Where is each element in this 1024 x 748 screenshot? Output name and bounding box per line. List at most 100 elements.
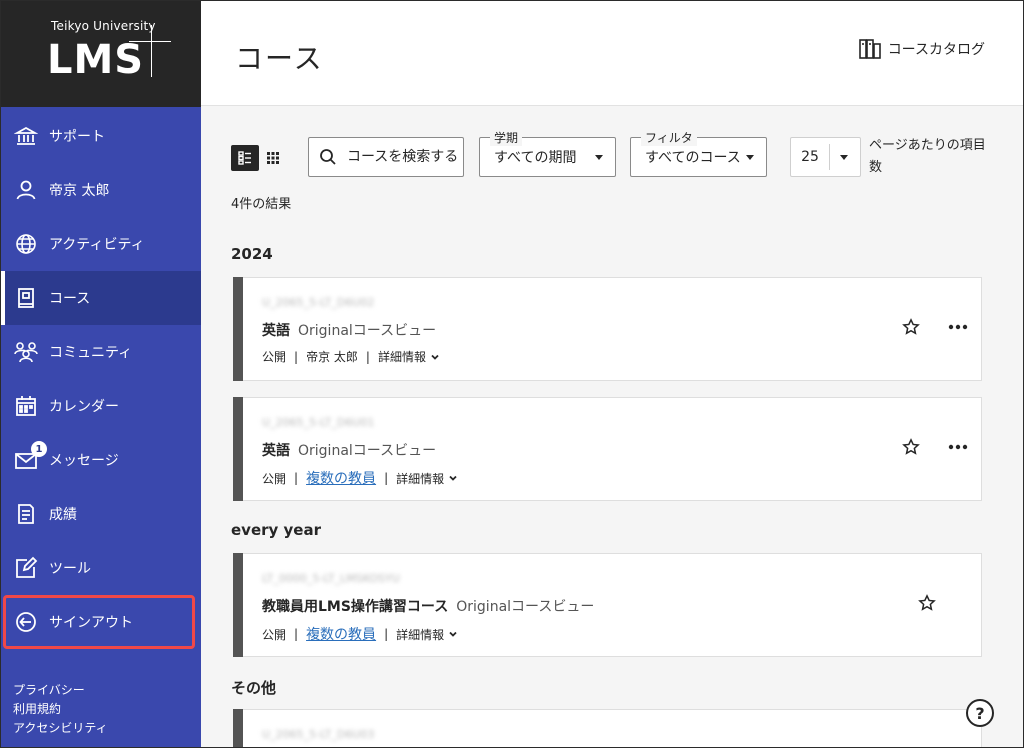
- separator: |: [365, 349, 370, 364]
- separator: |: [294, 349, 299, 364]
- sidebar-footer: プライバシー 利用規約 アクセシビリティ: [13, 681, 108, 738]
- terms-link[interactable]: 利用規約: [13, 700, 108, 719]
- envelope-icon: 1: [13, 441, 47, 473]
- sidebar: Teikyo University LMS サポート 帝京 太郎 アクティビティ…: [1, 1, 201, 747]
- course-status: 公開: [262, 627, 287, 642]
- institution-icon: [13, 123, 39, 149]
- sidebar-item-label: メッセージ: [49, 453, 119, 469]
- course-card[interactable]: U_2065_5-LT_D6U01 英語 Originalコースビュー 公開 | …: [233, 397, 982, 501]
- sidebar-item-courses[interactable]: コース: [1, 271, 201, 325]
- catalog-icon: [858, 39, 881, 59]
- course-id: U_2065_5-LT_D6U03: [262, 728, 375, 741]
- sidebar-item-support[interactable]: サポート: [1, 109, 201, 163]
- course-view-type: Originalコースビュー: [298, 443, 437, 459]
- course-toolbar: 学期 すべての期間 フィルタ すべてのコース 25 ページあたりの項目数: [231, 129, 991, 181]
- brand-logo[interactable]: Teikyo University LMS: [1, 1, 201, 107]
- sidebar-item-label: サインアウト: [49, 615, 133, 631]
- per-page-select[interactable]: 25: [790, 137, 861, 177]
- multiple-instructors-link[interactable]: 複数の教員: [306, 624, 376, 644]
- filter-select[interactable]: フィルタ すべてのコース: [630, 129, 767, 177]
- course-view-type: Originalコースビュー: [456, 599, 595, 615]
- sidebar-item-messages[interactable]: 1 メッセージ: [1, 433, 201, 487]
- course-name[interactable]: 英語: [262, 323, 290, 339]
- sidebar-item-label: カレンダー: [49, 399, 119, 415]
- more-options-icon[interactable]: [948, 324, 968, 330]
- course-name[interactable]: 教職員用LMS操作講習コース: [262, 599, 448, 615]
- course-name[interactable]: 英語: [262, 443, 290, 459]
- sidebar-item-label: コミュニティ: [49, 345, 133, 361]
- grades-icon: [13, 501, 39, 527]
- catalog-label: コースカタログ: [887, 42, 985, 58]
- separator: |: [384, 471, 389, 485]
- favorite-star-icon[interactable]: [902, 318, 920, 336]
- course-details-toggle[interactable]: 詳細情報: [396, 626, 444, 643]
- course-meta: 公開 | 複数の教員 | 詳細情報: [262, 624, 458, 644]
- course-details-toggle[interactable]: 詳細情報: [378, 348, 426, 365]
- accessibility-link[interactable]: アクセシビリティ: [13, 719, 108, 738]
- edit-icon: [13, 555, 39, 581]
- chevron-down-icon[interactable]: [448, 473, 458, 483]
- page-title: コース: [235, 42, 324, 75]
- logo-university: Teikyo University: [51, 19, 156, 33]
- search-icon: [320, 149, 336, 165]
- sidebar-item-label: サポート: [49, 129, 105, 145]
- per-page-value: 25: [791, 144, 830, 170]
- view-toggle: [231, 145, 287, 171]
- term-group-heading: 2024: [231, 245, 273, 263]
- grid-view-button[interactable]: [259, 145, 287, 171]
- sidebar-item-calendar[interactable]: カレンダー: [1, 379, 201, 433]
- book-icon: [13, 285, 39, 311]
- list-view-button[interactable]: [231, 145, 259, 171]
- course-search[interactable]: [308, 137, 464, 177]
- favorite-star-icon[interactable]: [902, 438, 920, 456]
- filter-select-legend: フィルタ: [641, 129, 697, 146]
- sidebar-nav: サポート 帝京 太郎 アクティビティ コース コミュニティ カレンダー 1 メッ…: [1, 109, 201, 649]
- course-card[interactable]: U_2065_5-LT_D6U03: [233, 709, 982, 747]
- logo-cross-horizontal: [129, 41, 171, 42]
- course-card[interactable]: U_2065_5-LT_D6U02 英語 Originalコースビュー 公開 | …: [233, 277, 982, 381]
- term-select[interactable]: 学期 すべての期間: [479, 129, 616, 177]
- chevron-down-icon[interactable]: [430, 352, 440, 362]
- sidebar-item-label: コース: [49, 291, 91, 307]
- course-card[interactable]: LT_0000_5-LT_LMSKOSYU 教職員用LMS操作講習コース Orig…: [233, 553, 982, 657]
- help-button[interactable]: ?: [966, 699, 994, 727]
- more-options-icon[interactable]: [948, 444, 968, 450]
- course-details-toggle[interactable]: 詳細情報: [396, 470, 444, 487]
- sidebar-item-signout[interactable]: サインアウト: [3, 595, 195, 649]
- calendar-icon: [13, 393, 39, 419]
- course-id: U_2065_5-LT_D6U01: [262, 416, 375, 429]
- search-input[interactable]: [345, 148, 459, 166]
- results-count: 4件の結果: [231, 197, 292, 212]
- course-name-row: 教職員用LMS操作講習コース Originalコースビュー: [262, 596, 594, 616]
- sidebar-item-profile[interactable]: 帝京 太郎: [1, 163, 201, 217]
- grid-view-icon: [267, 152, 279, 164]
- message-count-badge: 1: [31, 441, 47, 457]
- sidebar-item-tools[interactable]: ツール: [1, 541, 201, 595]
- sidebar-item-activity[interactable]: アクティビティ: [1, 217, 201, 271]
- course-catalog-button[interactable]: コースカタログ: [858, 37, 985, 61]
- sidebar-item-community[interactable]: コミュニティ: [1, 325, 201, 379]
- favorite-star-icon[interactable]: [918, 594, 936, 612]
- sidebar-item-grades[interactable]: 成績: [1, 487, 201, 541]
- globe-icon: [13, 231, 39, 257]
- list-view-icon: [238, 151, 251, 165]
- signout-icon: [13, 609, 39, 635]
- course-id: LT_0000_5-LT_LMSKOSYU: [262, 572, 400, 585]
- multiple-instructors-link[interactable]: 複数の教員: [306, 468, 376, 488]
- course-status: 公開: [262, 471, 287, 486]
- privacy-link[interactable]: プライバシー: [13, 681, 108, 700]
- course-name-row: 英語 Originalコースビュー: [262, 440, 436, 460]
- logo-product: LMS: [47, 37, 145, 83]
- chevron-down-icon[interactable]: [448, 629, 458, 639]
- separator: |: [294, 471, 299, 485]
- course-name-row: 英語 Originalコースビュー: [262, 320, 436, 340]
- filter-select-value: すべてのコース: [645, 150, 741, 166]
- term-select-legend: 学期: [490, 129, 523, 146]
- people-icon: [13, 339, 39, 365]
- caret-down-icon: [746, 155, 754, 160]
- course-view-type: Originalコースビュー: [298, 323, 437, 339]
- sidebar-item-label: アクティビティ: [49, 237, 145, 253]
- sidebar-item-label: 帝京 太郎: [49, 183, 110, 199]
- page-header: コース コースカタログ: [201, 1, 1023, 106]
- term-group-heading: every year: [231, 521, 321, 539]
